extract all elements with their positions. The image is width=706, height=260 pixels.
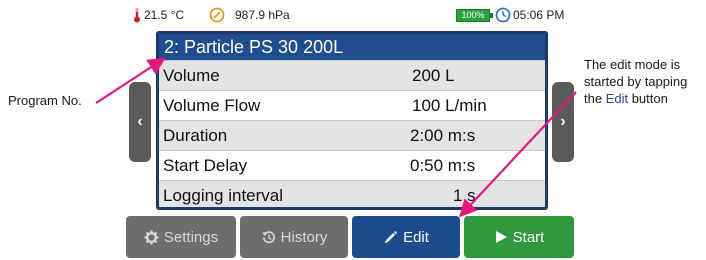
- parameter-label: Start Delay: [163, 156, 248, 175]
- parameter-label: Logging interval: [163, 186, 284, 205]
- program-title: 2: Particle PS 30 200L: [159, 34, 545, 60]
- callout-line3-prefix: the: [584, 91, 606, 106]
- pressure-gauge-icon: [209, 7, 225, 26]
- parameter-label: Volume: [163, 66, 220, 85]
- parameter-value: 2:00 m:s: [410, 126, 476, 145]
- program-no-callout: Program No.: [8, 92, 82, 109]
- chevron-right-icon: ›: [560, 113, 566, 130]
- parameter-value: 1 s: [453, 186, 476, 205]
- history-icon: [261, 230, 275, 243]
- edit-button-label: Edit: [403, 228, 429, 246]
- chevron-left-icon: ‹: [137, 113, 143, 130]
- edit-mode-callout: The edit mode is started by tapping the …: [584, 56, 704, 107]
- next-program-button[interactable]: ›: [552, 82, 574, 162]
- parameter-label: Duration: [163, 126, 228, 145]
- clock-icon: [495, 7, 511, 26]
- parameter-value: 100 L/min: [412, 96, 487, 115]
- program-no-callout-text: Program No.: [8, 93, 82, 108]
- parameter-row-volume: Volume 200 L: [159, 60, 545, 90]
- settings-button-label: Settings: [163, 228, 219, 246]
- start-button-label: Start: [512, 228, 545, 246]
- edit-mode-callout-line2: started by tapping: [584, 74, 688, 89]
- edit-mode-callout-line3: the Edit button: [584, 90, 704, 107]
- parameter-row-duration: Duration 2:00 m:s: [159, 120, 545, 150]
- settings-button[interactable]: Settings: [126, 216, 236, 258]
- history-button-label: History: [280, 228, 328, 246]
- parameter-value: 0:50 m:s: [410, 156, 476, 175]
- parameter-label: Volume Flow: [163, 96, 261, 115]
- parameter-row-start-delay: Start Delay 0:50 m:s: [159, 150, 545, 180]
- temperature-value: 21.5 °C: [144, 8, 185, 22]
- start-button[interactable]: Start: [464, 216, 574, 258]
- status-bar: 21.5 °C 987.9 hPa 100% 05:06 PM: [123, 0, 578, 30]
- pencil-icon: [384, 230, 398, 243]
- device-screen: 21.5 °C 987.9 hPa 100% 05:06 PM ‹ › 2: P…: [123, 0, 578, 260]
- callout-edit-word: Edit: [605, 91, 629, 106]
- parameter-row-logging-interval: Logging interval 1 s: [159, 180, 545, 207]
- gear-icon: [144, 229, 159, 245]
- thermometer-icon: [133, 7, 141, 26]
- edit-mode-callout-line1: The edit mode is: [584, 57, 681, 72]
- play-icon: [495, 231, 507, 243]
- parameter-value: 200 L: [412, 66, 455, 85]
- edit-button[interactable]: Edit: [352, 216, 460, 258]
- parameter-list: Volume 200 L Volume Flow 100 L/min Durat…: [159, 60, 545, 207]
- callout-line3-suffix: button: [628, 91, 668, 106]
- history-button[interactable]: History: [240, 216, 348, 258]
- pressure-value: 987.9 hPa: [235, 8, 290, 22]
- time-value: 05:06 PM: [513, 8, 565, 22]
- battery-level: 100%: [461, 10, 485, 20]
- parameter-row-volume-flow: Volume Flow 100 L/min: [159, 90, 545, 120]
- program-panel: 2: Particle PS 30 200L Volume 200 L Volu…: [156, 31, 548, 210]
- battery-icon: 100%: [456, 9, 493, 22]
- previous-program-button[interactable]: ‹: [129, 82, 151, 162]
